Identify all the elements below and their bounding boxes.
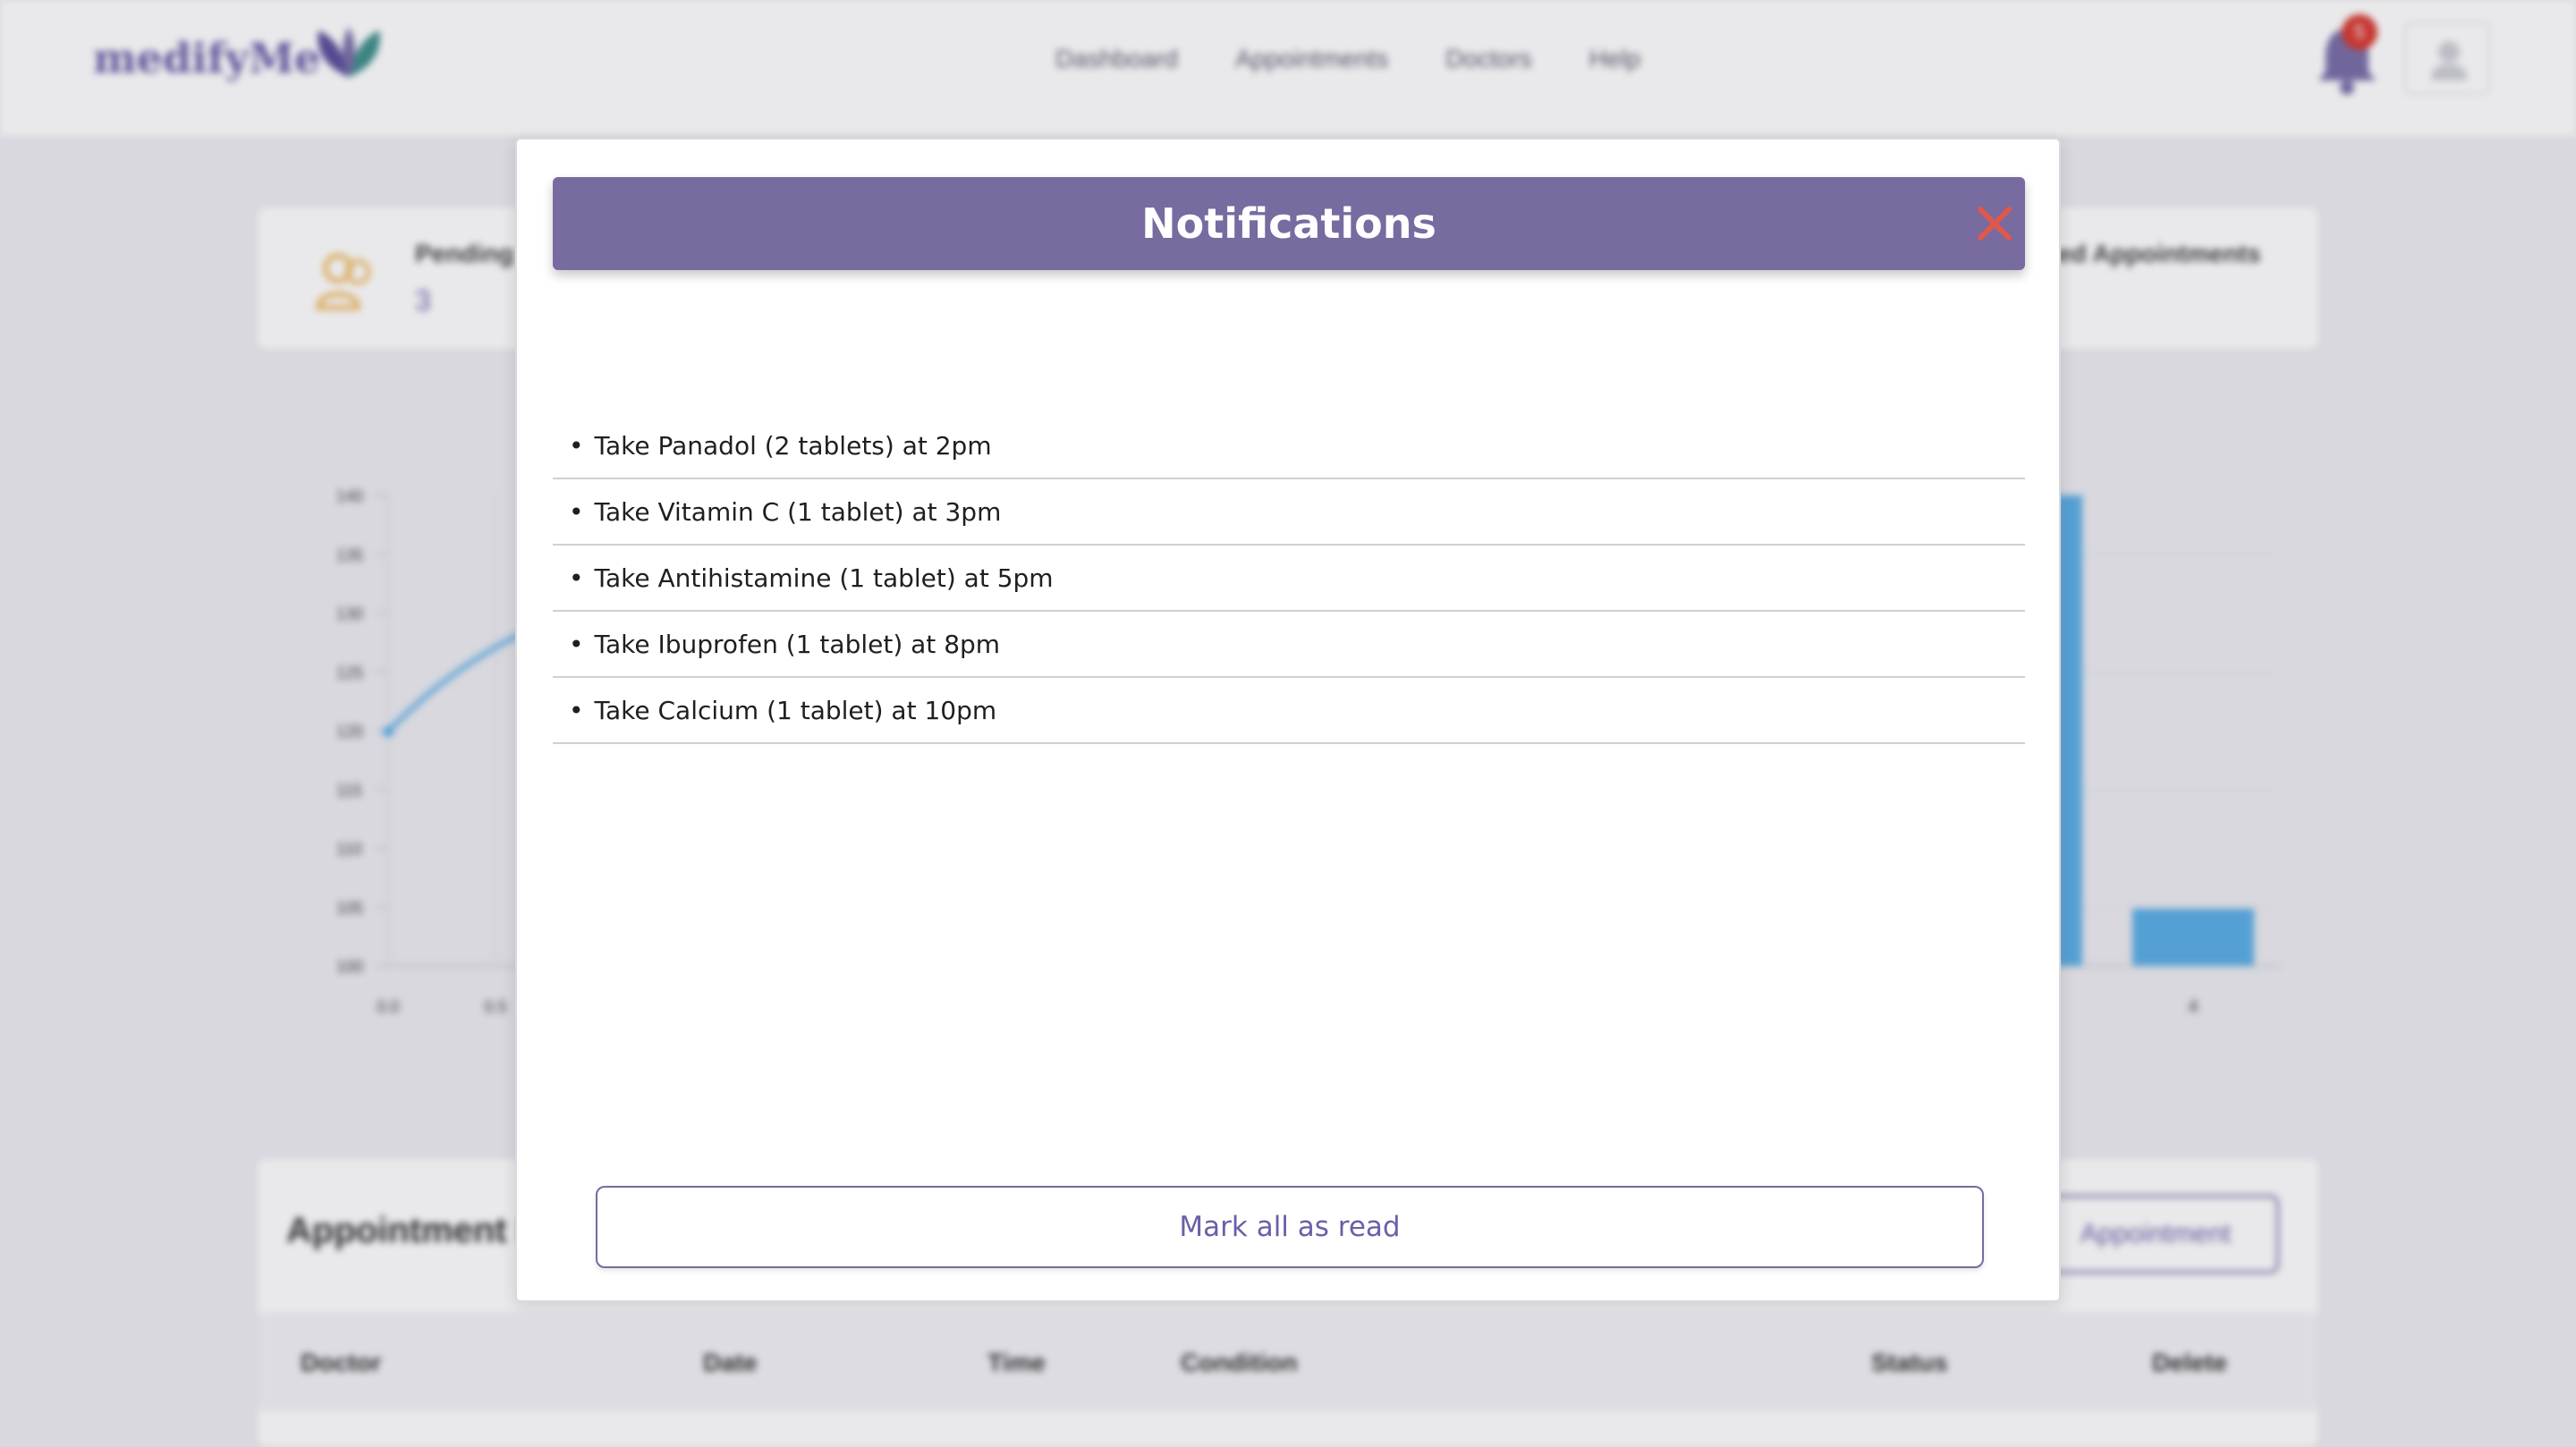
bullet-icon: • — [569, 496, 584, 527]
notification-text: Take Vitamin C (1 tablet) at 3pm — [594, 496, 1002, 527]
modal-title: Notifications — [1141, 199, 1436, 248]
notification-list: • Take Panadol (2 tablets) at 2pm • Take V… — [553, 413, 2025, 744]
notification-item[interactable]: • Take Antihistamine (1 tablet) at 5pm — [553, 546, 2025, 612]
notification-item[interactable]: • Take Calcium (1 tablet) at 10pm — [553, 678, 2025, 744]
notification-text: Take Ibuprofen (1 tablet) at 8pm — [594, 629, 1001, 659]
notification-item[interactable]: • Take Panadol (2 tablets) at 2pm — [553, 413, 2025, 479]
notification-item[interactable]: • Take Vitamin C (1 tablet) at 3pm — [553, 479, 2025, 546]
bullet-icon: • — [569, 629, 584, 659]
notification-item[interactable]: • Take Ibuprofen (1 tablet) at 8pm — [553, 612, 2025, 678]
notifications-modal: Notifications • Take Panadol (2 tablets) … — [515, 138, 2061, 1302]
mark-all-read-button[interactable]: Mark all as read — [596, 1186, 1984, 1268]
notification-text: Take Antihistamine (1 tablet) at 5pm — [594, 563, 1054, 593]
bullet-icon: • — [569, 695, 584, 725]
notification-text: Take Panadol (2 tablets) at 2pm — [594, 430, 992, 461]
bullet-icon: • — [569, 563, 584, 593]
modal-header: Notifications — [553, 177, 2025, 270]
close-icon[interactable] — [1975, 204, 2014, 243]
notification-text: Take Calcium (1 tablet) at 10pm — [594, 695, 997, 725]
bullet-icon: • — [569, 430, 584, 461]
